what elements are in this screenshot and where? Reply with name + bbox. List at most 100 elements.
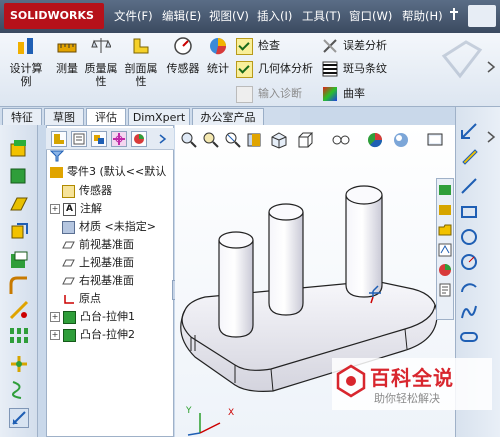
sketch-icon[interactable] [459,146,479,166]
tab-sketch[interactable]: 草图 [44,108,84,125]
tree-item-front-plane[interactable]: 前视基准面 [62,237,134,253]
spline-icon[interactable] [459,302,479,322]
menu-view[interactable]: 视图(V) [209,0,249,33]
linear-pattern-icon[interactable] [9,326,29,346]
window-controls[interactable] [468,5,496,27]
menu-file[interactable]: 文件(F) [114,0,153,33]
curvature-button[interactable]: 曲率 [322,84,418,104]
mass-properties-button[interactable]: 质量属性 [84,36,118,102]
menu-edit[interactable]: 编辑(E) [162,0,201,33]
slot-icon[interactable] [459,327,479,347]
view-settings-icon[interactable] [426,131,444,149]
tree-item-origin[interactable]: 原点 [62,291,101,307]
feature-manager-tab-icon[interactable] [51,131,67,147]
section-view-icon[interactable] [246,131,264,149]
tree-item-boss2[interactable]: + 凸台-拉伸2 [50,327,135,343]
dimxpert-manager-tab-icon[interactable] [111,131,127,147]
smart-dimension-icon[interactable] [459,121,479,141]
custom-properties-icon[interactable] [438,283,452,297]
expand-plus-icon[interactable]: + [50,330,60,340]
view-orientation-icon[interactable] [270,131,288,149]
line-icon[interactable] [459,176,479,196]
plane-icon [62,241,75,248]
revolve-icon[interactable] [9,166,29,186]
sensor-folder-icon [62,184,75,198]
tree-item-label: 材质 <未指定> [79,220,156,233]
curves-icon[interactable] [9,380,29,400]
loft-icon[interactable] [9,222,29,242]
instant3d-icon[interactable] [9,408,29,428]
panel-expand-chevron-icon[interactable] [157,133,169,145]
sweep-icon[interactable] [9,194,29,214]
zoom-area-icon[interactable] [202,131,220,149]
zebra-stripes-button[interactable]: 斑马条纹 [322,59,418,79]
deviation-icon [323,39,337,53]
extrude-cut-icon[interactable] [9,250,29,270]
sensor-button[interactable]: 传感器 [164,36,202,102]
hide-show-items-icon[interactable] [332,131,350,149]
tree-item-part[interactable]: 零件3 (默认<<默认 [50,164,166,180]
check-button[interactable]: 检查 [236,36,316,56]
statistics-button[interactable]: 统计 [206,36,230,102]
tree-item-boss1[interactable]: + 凸台-拉伸1 [50,309,135,325]
fillet-icon[interactable] [9,276,29,296]
resources-icon[interactable] [438,183,452,197]
apply-scene-icon[interactable] [392,131,410,149]
import-diagnostics-button[interactable]: 输入诊断 [236,84,316,104]
watermark-subtitle: 助你轻松解决 [374,392,440,405]
file-explorer-icon[interactable] [438,223,452,237]
design-study-button[interactable]: 设计算例 [6,36,46,102]
section-properties-button[interactable]: 剖面属性 [124,36,158,102]
configuration-manager-tab-icon[interactable] [91,131,107,147]
display-manager-tab-icon[interactable] [131,131,147,147]
extrude-boss-icon[interactable] [9,138,29,158]
circle-icon[interactable] [459,227,479,247]
measure-button[interactable]: 测量 [54,36,80,102]
appearances-icon[interactable] [438,263,452,277]
tree-item-label: 上视基准面 [79,256,134,269]
expand-plus-icon[interactable]: + [50,312,60,322]
tree-item-annotations[interactable]: + A 注解 [50,201,102,217]
rectangle-icon[interactable] [459,202,479,222]
geometry-analysis-label: 几何体分析 [258,62,313,75]
design-library-icon[interactable] [438,203,452,217]
triad-x-label: X [228,408,235,418]
arc-icon[interactable] [459,277,479,297]
display-style-icon[interactable] [296,131,314,149]
tab-office[interactable]: 办公室产品 [192,108,264,125]
tab-features[interactable]: 特征 [2,108,42,125]
expand-plus-icon[interactable]: + [50,204,60,214]
tree-item-material[interactable]: 材质 <未指定> [62,219,156,235]
menu-tools[interactable]: 工具(T) [302,0,341,33]
filter-icon[interactable] [49,150,65,162]
pin-icon[interactable] [448,6,460,26]
ribbon-scroll-chevron-icon[interactable] [486,60,496,74]
extrude-feature-icon [63,310,76,324]
watermark-overlay: 百科全说 助你轻松解决 [332,358,492,410]
import-diagnostics-icon [236,85,253,103]
edit-appearance-icon[interactable] [366,131,384,149]
menu-help[interactable]: 帮助(H) [402,0,443,33]
reference-geometry-icon[interactable] [9,354,29,374]
zoom-to-fit-icon[interactable] [180,131,198,149]
tree-item-right-plane[interactable]: 右视基准面 [62,273,134,289]
chamfer-icon[interactable] [9,300,29,320]
deviation-analysis-button[interactable]: 误差分析 [322,36,418,56]
annotation-icon: A [63,202,76,216]
tab-dimxpert[interactable]: DimXpert [128,108,190,125]
menu-insert[interactable]: 插入(I) [257,0,292,33]
tab-evaluate[interactable]: 评估 [86,108,126,125]
property-manager-tab-icon[interactable] [71,131,87,147]
tree-item-sensors[interactable]: 传感器 [62,183,112,199]
tree-item-top-plane[interactable]: 上视基准面 [62,255,134,271]
geometry-analysis-button[interactable]: 几何体分析 [236,59,320,79]
view-palette-icon[interactable] [438,243,452,257]
menu-window[interactable]: 窗口(W) [349,0,392,33]
section-properties-label: 剖面属性 [124,62,158,88]
solidworks-logo[interactable]: SOLIDWORKS [4,3,104,29]
right-toolbar-chevron-icon[interactable] [486,130,496,144]
polygon-icon[interactable] [459,252,479,272]
previous-view-icon[interactable] [224,131,242,149]
curvature-icon [323,87,337,101]
tree-item-label: 右视基准面 [79,274,134,287]
